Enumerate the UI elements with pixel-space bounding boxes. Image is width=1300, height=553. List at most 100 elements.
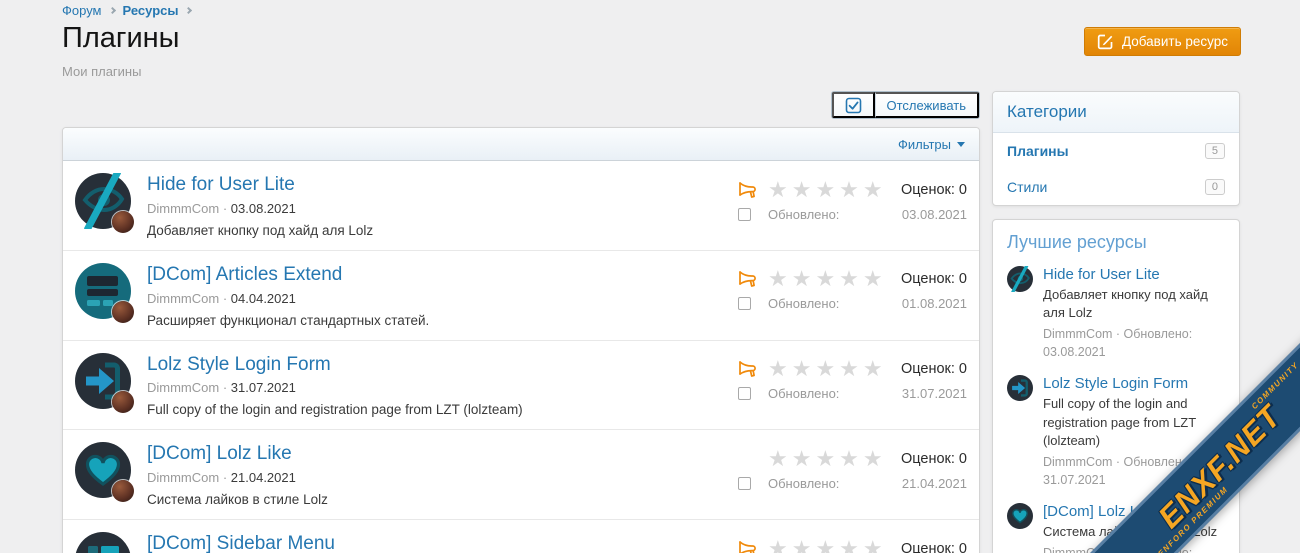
best-resource-meta-line: DimmmCom · Обновлено:: [1043, 326, 1225, 344]
category-count-badge: 0: [1205, 179, 1225, 195]
breadcrumb-forum-link[interactable]: Форум: [62, 3, 102, 18]
category-count-badge: 5: [1205, 143, 1225, 159]
best-resources-title: Лучшие ресурсы: [1007, 232, 1225, 253]
rating-stars: ★★★★★: [768, 179, 896, 201]
watch-toolbar: Отслеживать: [62, 91, 980, 119]
resource-thumbnail[interactable]: [75, 532, 131, 553]
author-avatar: [112, 391, 134, 413]
resource-list-block: Фильтры Hide for User Lite: [62, 127, 980, 553]
best-resource-title-link[interactable]: Lolz Style Login Form: [1043, 375, 1225, 392]
row-checkbox[interactable]: [738, 208, 751, 221]
resource-row: [DCom] Articles Extend DimmmCom · 04.04.…: [63, 250, 979, 340]
resource-thumbnail[interactable]: [75, 173, 131, 229]
categories-title: Категории: [993, 92, 1239, 133]
best-resource-description: Добавляет кнопку под хайд аля Lolz: [1043, 286, 1225, 323]
resource-thumbnail[interactable]: [75, 353, 131, 409]
login-arrow-icon[interactable]: [1007, 375, 1033, 401]
megaphone-icon: [737, 181, 763, 199]
category-label: Стили: [1007, 179, 1047, 195]
updated-date: 03.08.2021: [902, 207, 967, 222]
rating-count-label: Оценок: 0: [901, 361, 967, 377]
sidebar-item-styles[interactable]: Стили 0: [993, 169, 1239, 205]
resource-author[interactable]: DimmmCom ·: [147, 291, 227, 306]
updated-label: Обновлено:: [768, 386, 896, 401]
sidebar-item-plugins[interactable]: Плагины 5: [993, 133, 1239, 169]
resource-stats: ★★★★★ Оценок: 0 Обновлено: 21.04.2021: [737, 442, 967, 507]
chevron-right-icon: [185, 7, 192, 14]
resource-meta: DimmmCom · 21.04.2021: [147, 470, 737, 485]
caret-down-icon: [957, 142, 965, 147]
rating-stars: ★★★★★: [768, 538, 896, 553]
resource-date: 03.08.2021: [231, 201, 296, 216]
resource-info: [DCom] Articles Extend DimmmCom · 04.04.…: [147, 263, 737, 328]
resource-author[interactable]: DimmmCom ·: [147, 470, 227, 485]
best-resource-date: 03.08.2021: [1043, 344, 1225, 362]
resource-stats: ★★★★★ Оценок: 0 Обновлено: 01.08.2021: [737, 263, 967, 328]
resource-title-link[interactable]: [DCom] Sidebar Menu: [147, 533, 335, 553]
resource-title-link[interactable]: [DCom] Lolz Like: [147, 443, 292, 466]
resource-row: [DCom] Sidebar Menu DimmmCom · 21.04.202…: [63, 519, 979, 553]
breadcrumb-resources-link[interactable]: Ресурсы: [123, 3, 179, 18]
updated-label: Обновлено:: [768, 207, 896, 222]
updated-label: Обновлено:: [768, 476, 896, 491]
edit-pencil-icon: [1097, 33, 1114, 50]
heart-like-icon[interactable]: [1007, 503, 1033, 529]
author-avatar: [112, 211, 134, 233]
resource-info: Lolz Style Login Form DimmmCom · 31.07.2…: [147, 353, 737, 418]
resource-stats: ★★★★★ Оценок: 0 Обновлено: 03.08.2021: [737, 173, 967, 238]
resource-description: Расширяет функционал стандартных статей.: [147, 313, 737, 328]
checkbox-checked-icon: [845, 97, 862, 114]
row-checkbox[interactable]: [738, 387, 751, 400]
filters-label: Фильтры: [898, 137, 951, 152]
content-area: Отслеживать Фильтры: [62, 91, 1240, 553]
megaphone-icon: [737, 270, 763, 288]
chevron-right-icon: [108, 7, 115, 14]
row-checkbox[interactable]: [738, 477, 751, 490]
best-resource-body: Hide for User Lite Добавляет кнопку под …: [1043, 266, 1225, 361]
resource-stats: ★★★★★ Оценок: 0 Обновлено: 21.04.2021: [737, 532, 967, 553]
filter-bar: Фильтры: [63, 128, 979, 161]
resource-author[interactable]: DimmmCom ·: [147, 201, 227, 216]
updated-date: 21.04.2021: [902, 476, 967, 491]
add-resource-button[interactable]: Добавить ресурс: [1084, 27, 1241, 56]
resource-author[interactable]: DimmmCom ·: [147, 380, 227, 395]
category-label: Плагины: [1007, 143, 1069, 159]
main-column: Отслеживать Фильтры: [62, 91, 980, 553]
row-checkbox[interactable]: [738, 297, 751, 310]
resource-date: 04.04.2021: [231, 291, 296, 306]
watch-button[interactable]: Отслеживать: [875, 92, 979, 118]
best-resource-description: Full copy of the login and registration …: [1043, 395, 1225, 450]
add-resource-label: Добавить ресурс: [1122, 34, 1228, 49]
resource-thumbnail[interactable]: [75, 263, 131, 319]
best-resource-title-link[interactable]: Hide for User Lite: [1043, 266, 1225, 283]
rating-count-label: Оценок: 0: [901, 271, 967, 287]
resource-meta: DimmmCom · 04.04.2021: [147, 291, 737, 306]
resource-title-link[interactable]: [DCom] Articles Extend: [147, 264, 342, 287]
categories-panel: Категории Плагины 5 Стили 0: [992, 91, 1240, 206]
filters-toggle[interactable]: Фильтры: [898, 137, 965, 152]
resource-title-link[interactable]: Hide for User Lite: [147, 174, 295, 197]
rating-stars: ★★★★★: [768, 268, 896, 290]
rating-stars: ★★★★★: [768, 358, 896, 380]
resource-description: Добавляет кнопку под хайд аля Lolz: [147, 223, 737, 238]
resource-row: [DCom] Lolz Like DimmmCom · 21.04.2021 С…: [63, 429, 979, 519]
author-avatar: [112, 301, 134, 323]
breadcrumb: Форум Ресурсы: [62, 3, 199, 18]
rating-count-label: Оценок: 0: [901, 451, 967, 467]
resource-title-link[interactable]: Lolz Style Login Form: [147, 354, 331, 377]
page-title: Плагины: [62, 22, 180, 55]
resource-date: 31.07.2021: [231, 380, 296, 395]
rating-stars: ★★★★★: [768, 448, 896, 470]
best-resource-item: Hide for User Lite Добавляет кнопку под …: [1007, 266, 1225, 361]
watermark-subtext-right: COMMUNITY: [1250, 360, 1300, 411]
hide-eye-slash-icon[interactable]: [1007, 266, 1033, 292]
resource-info: [DCom] Sidebar Menu DimmmCom · 21.04.202…: [147, 532, 737, 553]
rating-count-label: Оценок: 0: [901, 541, 967, 553]
resource-meta: DimmmCom · 03.08.2021: [147, 201, 737, 216]
updated-label: Обновлено:: [768, 296, 896, 311]
resource-thumbnail[interactable]: [75, 442, 131, 498]
select-checkbox-button[interactable]: [832, 92, 875, 118]
rating-count-label: Оценок: 0: [901, 182, 967, 198]
resource-info: [DCom] Lolz Like DimmmCom · 21.04.2021 С…: [147, 442, 737, 507]
resource-date: 21.04.2021: [231, 470, 296, 485]
